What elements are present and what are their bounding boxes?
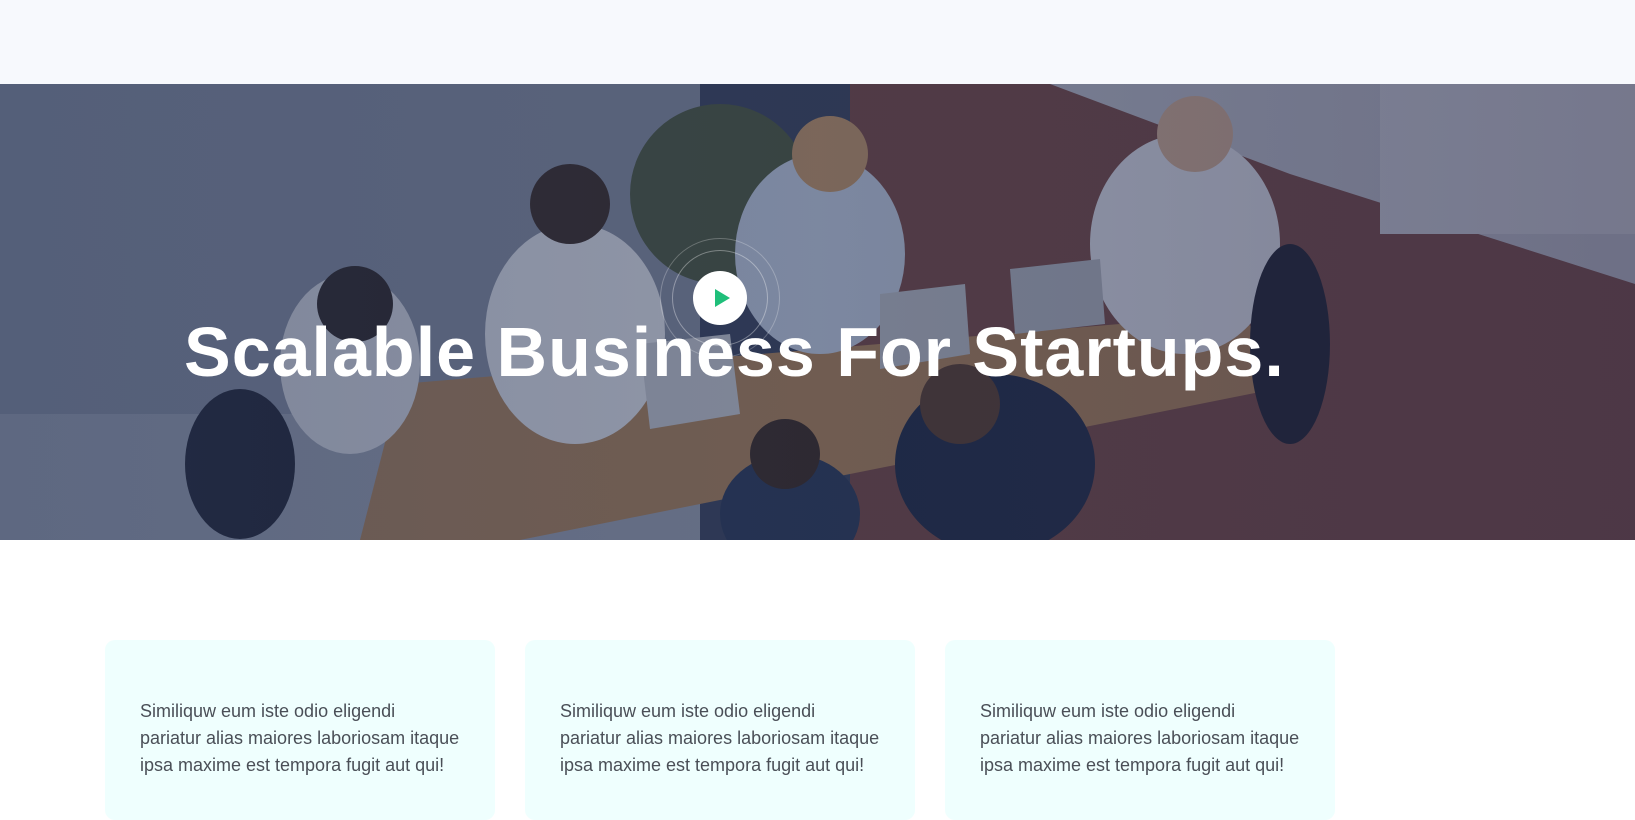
play-icon: [714, 289, 730, 307]
top-navbar: [0, 0, 1635, 84]
feature-card-text: Similiquw eum iste odio eligendi pariatu…: [980, 701, 1300, 775]
hero-title: Scalable Business For Startups.: [184, 313, 1285, 391]
feature-card-text: Similiquw eum iste odio eligendi pariatu…: [560, 701, 880, 775]
feature-card: Similiquw eum iste odio eligendi pariatu…: [525, 640, 915, 820]
hero-section: Scalable Business For Startups.: [0, 84, 1635, 540]
feature-card: Similiquw eum iste odio eligendi pariatu…: [945, 640, 1335, 820]
feature-card: Similiquw eum iste odio eligendi pariatu…: [105, 640, 495, 820]
feature-card-text: Similiquw eum iste odio eligendi pariatu…: [140, 701, 460, 775]
